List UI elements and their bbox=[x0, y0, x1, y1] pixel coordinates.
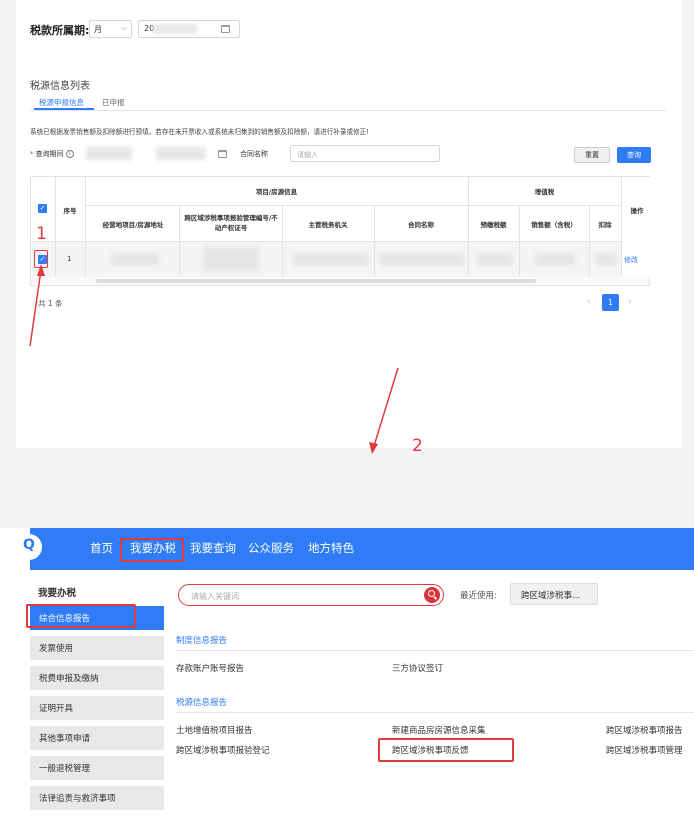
prev-page-icon[interactable]: ‹ bbox=[587, 297, 591, 307]
prefill-notice: 系统已根据发票销售额及扣除额进行预填，若存在未开票收入或系统未归集到的销售额及扣… bbox=[30, 128, 369, 136]
redacted-cell bbox=[535, 253, 575, 265]
keyword-search-input[interactable]: 请输入关键词 bbox=[178, 584, 444, 606]
query-button[interactable]: 查询 bbox=[617, 147, 651, 163]
sidebar-item-other[interactable]: 其他事项申请 bbox=[30, 726, 164, 750]
calendar-icon[interactable] bbox=[218, 150, 227, 158]
sidebar-title: 我要办税 bbox=[38, 588, 77, 599]
col-seq-header: 序号 bbox=[63, 207, 77, 215]
group-tax-source-report-title: 税源信息报告 bbox=[176, 698, 228, 708]
link-new-housing-info-collection[interactable]: 新建商品房房源信息采集 bbox=[392, 724, 486, 736]
recent-item-chip[interactable]: 跨区域涉税事... bbox=[510, 583, 598, 605]
required-mark: * bbox=[30, 150, 34, 158]
logo-glyph: Q bbox=[23, 537, 35, 553]
group-divider bbox=[176, 650, 694, 651]
period-type-select[interactable]: 月 ⌵ bbox=[89, 20, 132, 38]
reset-button[interactable]: 重置 bbox=[574, 147, 610, 163]
period-type-value: 月 bbox=[94, 25, 102, 34]
group-system-report-title: 制度信息报告 bbox=[176, 636, 228, 646]
sidebar-item-certificate[interactable]: 证明开具 bbox=[30, 696, 164, 720]
sidebar: 我要办税 综合信息报告 发票使用 税费申报及缴纳 证明开具 其他事项申请 一般退… bbox=[26, 570, 164, 828]
next-page-icon[interactable]: › bbox=[628, 297, 632, 307]
sidebar-item-declaration[interactable]: 税费申报及缴纳 bbox=[30, 666, 164, 690]
operation-column: 操作 修改 bbox=[621, 177, 651, 277]
checkbox-highlight-box bbox=[34, 250, 48, 268]
query-end-date-input[interactable] bbox=[156, 147, 206, 160]
link-cross-region-management[interactable]: 跨区域涉税事项管理 bbox=[606, 744, 683, 756]
col-deduction-header: 扣除 bbox=[598, 221, 612, 229]
tax-portal-panel: Q 首页 我要办税 我要查询 公众服务 地方特色 我要办税 综合信息报告 发票使… bbox=[0, 528, 694, 828]
tab-divider bbox=[30, 110, 666, 111]
query-start-date-input[interactable] bbox=[86, 147, 132, 160]
info-icon[interactable]: i bbox=[65, 150, 74, 158]
col-tax-office-header: 主管税务机关 bbox=[308, 221, 348, 229]
sidebar-item-refund[interactable]: 一般退税管理 bbox=[30, 756, 164, 780]
col-address-header: 经营地项目/房源地址 bbox=[102, 221, 164, 229]
query-period-text: 查询期间 bbox=[35, 150, 64, 158]
page-1-button[interactable]: 1 bbox=[602, 294, 619, 311]
col-op-header: 操作 bbox=[630, 207, 644, 215]
chevron-down-icon: ⌵ bbox=[120, 23, 127, 32]
query-period-label: * 查询期间 i bbox=[30, 149, 74, 159]
group-project-header: 项目/房源信息 bbox=[255, 188, 298, 196]
main-content: 请输入关键词 最近使用: 跨区域涉税事... 制度信息报告 存款账户账号报告 三… bbox=[164, 570, 694, 828]
tax-period-label: 税款所属期: bbox=[30, 24, 90, 37]
tab-tax-source-declaration[interactable]: 税源申报信息 bbox=[39, 97, 84, 108]
tab-declared[interactable]: 已申报 bbox=[102, 97, 125, 108]
nav-local-features[interactable]: 地方特色 bbox=[308, 540, 354, 556]
select-all-checkbox[interactable]: ✓ bbox=[38, 204, 47, 213]
step-1-label: 1 bbox=[36, 224, 47, 244]
link-bank-account-report[interactable]: 存款账户账号报告 bbox=[176, 662, 244, 674]
sidebar-item-invoice[interactable]: 发票使用 bbox=[30, 636, 164, 660]
link-land-vat-project-report[interactable]: 土地增值税项目报告 bbox=[176, 724, 253, 736]
link-tripartite-agreement[interactable]: 三方协议签订 bbox=[392, 662, 443, 674]
contract-name-input[interactable]: 请输入 bbox=[290, 145, 440, 162]
group-vat-header: 增值税 bbox=[534, 188, 555, 196]
row-seq: 1 bbox=[67, 255, 72, 263]
tax-source-list-panel: 税款所属期: 月 ⌵ 20 税源信息列表 税源申报信息 已申报 系统已根据发票销… bbox=[16, 0, 682, 448]
col-prepaid-header: 预缴税额 bbox=[480, 221, 507, 229]
redacted-cell bbox=[379, 253, 465, 265]
step-2-label: 2 bbox=[412, 436, 423, 456]
link-cross-region-registration[interactable]: 跨区域涉税事项报验登记 bbox=[176, 744, 270, 756]
recent-used-label: 最近使用: bbox=[460, 591, 497, 601]
period-date-input[interactable]: 20 bbox=[138, 20, 240, 38]
scrollbar-thumb[interactable] bbox=[96, 279, 536, 283]
tax-source-table: ✓ 序号 项目/房源信息 增值税 经营地项目/房源地址 跨区域涉税事项报验管理编… bbox=[30, 176, 651, 286]
link-cross-region-report[interactable]: 跨区域涉税事项报告 bbox=[606, 724, 683, 736]
redacted-date bbox=[153, 24, 197, 34]
nav-query[interactable]: 我要查询 bbox=[190, 540, 236, 556]
nav-public-service[interactable]: 公众服务 bbox=[248, 540, 294, 556]
nav-highlight-box bbox=[120, 538, 184, 562]
edit-link[interactable]: 修改 bbox=[624, 255, 638, 265]
feedback-highlight-box bbox=[378, 738, 514, 762]
portal-logo[interactable]: Q bbox=[16, 534, 42, 560]
redacted-cell bbox=[111, 253, 159, 265]
redacted-cell bbox=[595, 253, 617, 265]
contract-name-label: 合同名称 bbox=[240, 150, 268, 158]
top-navbar: Q 首页 我要办税 我要查询 公众服务 地方特色 bbox=[16, 528, 694, 570]
nav-home[interactable]: 首页 bbox=[90, 540, 113, 556]
sidebar-item-legal[interactable]: 法律追责与救济事项 bbox=[30, 786, 164, 810]
total-count: 共 1 条 bbox=[38, 299, 63, 308]
section-title: 税源信息列表 bbox=[30, 81, 90, 92]
group-divider bbox=[176, 712, 694, 713]
col-permit-header: 跨区域涉税事项报验管理编号/不动产权证号 bbox=[184, 214, 278, 232]
calendar-icon bbox=[221, 25, 230, 33]
sidebar-highlight-box bbox=[26, 604, 136, 628]
search-icon[interactable] bbox=[424, 587, 440, 603]
col-sales-header: 销售额（含税） bbox=[531, 221, 577, 229]
search-placeholder: 请输入关键词 bbox=[191, 592, 239, 601]
redacted-cell bbox=[203, 247, 259, 271]
redacted-cell bbox=[477, 253, 513, 265]
table-scrollbar[interactable] bbox=[31, 277, 649, 285]
redacted-cell bbox=[293, 253, 369, 265]
col-contract-header: 合同名称 bbox=[408, 221, 434, 229]
